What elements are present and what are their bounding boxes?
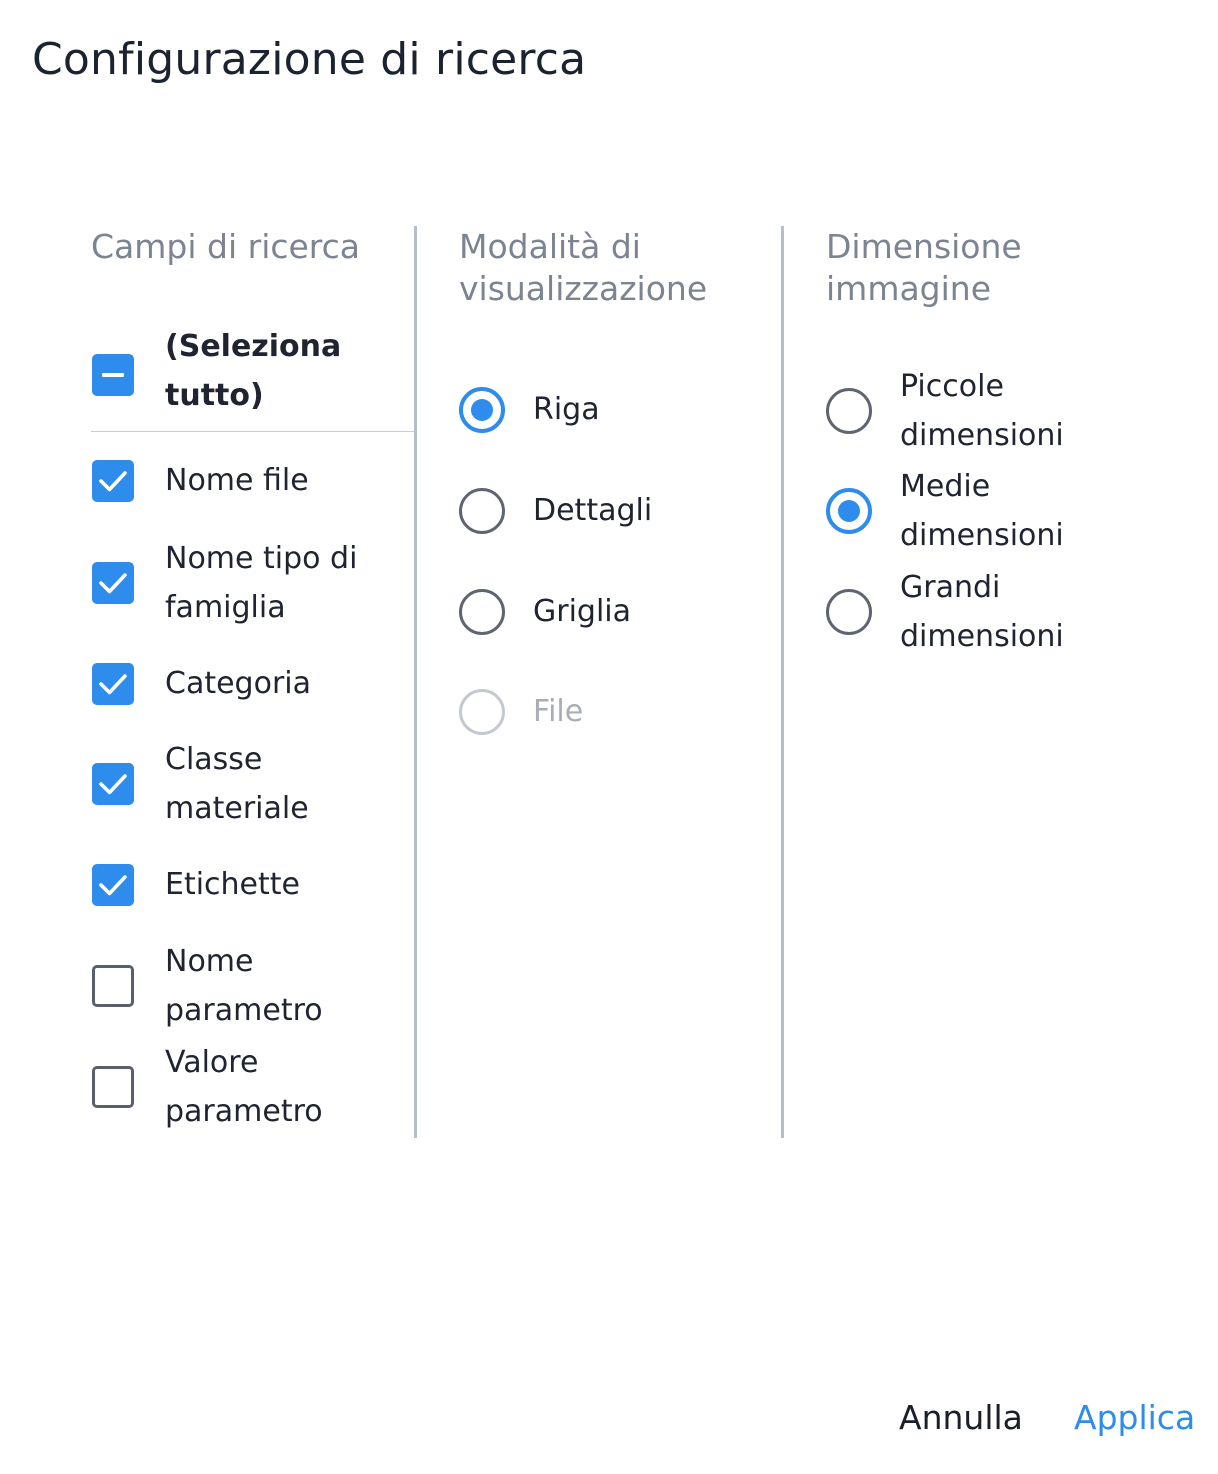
image-size-title: Dimensione immagine [826, 227, 1022, 308]
dialog-title: Configurazione di ricerca [32, 34, 587, 85]
field-nome-parametro-checkbox[interactable] [92, 965, 134, 1007]
checkmark-icon [99, 573, 127, 594]
search-fields-title: Campi di ricerca [91, 227, 361, 266]
field-nome-tipo-famiglia-label: Nome tipo di famiglia [165, 541, 358, 625]
view-mode-griglia-radio[interactable] [459, 589, 505, 635]
field-classe-materiale-label: Classe materiale [165, 742, 309, 826]
checkmark-icon [99, 471, 127, 492]
image-size-medium-label: Medie dimensioni [900, 469, 1064, 553]
image-size-medium-radio[interactable] [826, 488, 872, 534]
minus-icon [102, 373, 124, 377]
field-nome-parametro-label: Nome parametro [165, 944, 323, 1028]
field-nome-file-label: Nome file [165, 463, 309, 498]
apply-button[interactable]: Applica [1074, 1396, 1195, 1440]
field-categoria-label: Categoria [165, 666, 312, 701]
field-nome-file-checkbox[interactable] [92, 460, 134, 502]
image-size-small-label: Piccole dimensioni [900, 369, 1064, 453]
view-mode-dettagli-label: Dettagli [533, 493, 653, 528]
field-nome-tipo-famiglia-checkbox[interactable] [92, 562, 134, 604]
field-categoria-checkbox[interactable] [92, 663, 134, 705]
column-divider [781, 226, 784, 1138]
view-mode-title: Modalità di visualizzazione [459, 227, 708, 308]
image-size-small-radio[interactable] [826, 388, 872, 434]
checkmark-icon [99, 875, 127, 896]
field-classe-materiale-checkbox[interactable] [92, 763, 134, 805]
view-mode-riga-radio[interactable] [459, 387, 505, 433]
select-all-label: (Seleziona tutto) [165, 329, 342, 413]
field-valore-parametro-label: Valore parametro [165, 1045, 323, 1129]
image-size-large-radio[interactable] [826, 589, 872, 635]
select-all-separator [91, 431, 414, 432]
image-size-large-label: Grandi dimensioni [900, 570, 1064, 654]
column-divider [414, 226, 417, 1138]
select-all-checkbox[interactable] [92, 354, 134, 396]
view-mode-riga-label: Riga [533, 392, 600, 427]
view-mode-file-radio [459, 689, 505, 735]
checkmark-icon [99, 774, 127, 795]
cancel-button[interactable]: Annulla [899, 1396, 1023, 1440]
field-etichette-label: Etichette [165, 867, 300, 902]
view-mode-file-label: File [533, 694, 584, 729]
view-mode-griglia-label: Griglia [533, 594, 632, 629]
field-valore-parametro-checkbox[interactable] [92, 1066, 134, 1108]
checkmark-icon [99, 674, 127, 695]
field-etichette-checkbox[interactable] [92, 864, 134, 906]
view-mode-dettagli-radio[interactable] [459, 488, 505, 534]
